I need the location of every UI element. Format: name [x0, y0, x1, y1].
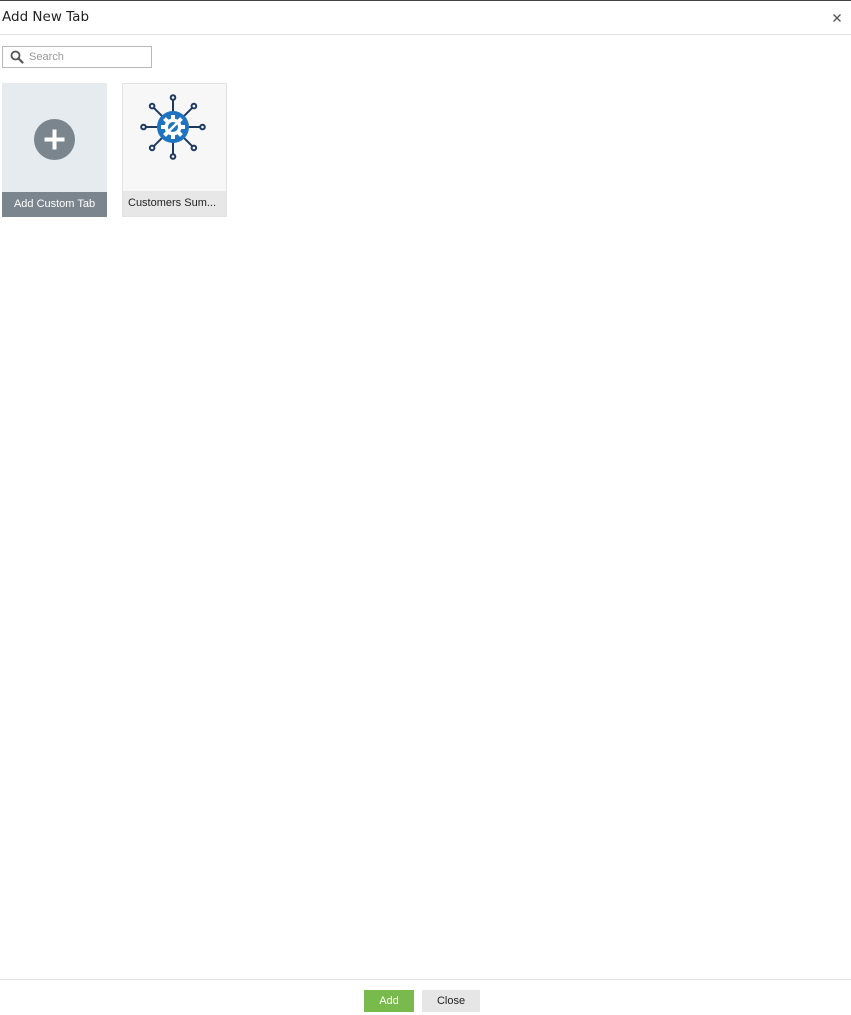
add-new-tab-dialog: Add New Tab Add Custom Tab: [0, 0, 851, 1014]
add-button[interactable]: Add: [364, 990, 414, 1012]
customers-summary-tile[interactable]: Customers Sum...: [122, 83, 227, 217]
dialog-title: Add New Tab: [2, 9, 90, 25]
gear-network-icon: [140, 94, 206, 160]
search-box: [2, 46, 152, 68]
add-custom-tab-tile[interactable]: Add Custom Tab: [2, 83, 107, 217]
tile-label: Customers Sum...: [123, 191, 226, 216]
search-icon: [10, 50, 24, 64]
dialog-footer: Add Close: [0, 979, 851, 1015]
tile-image: [2, 83, 107, 191]
plus-circle-icon: [34, 119, 75, 160]
dialog-header: Add New Tab: [0, 1, 851, 35]
close-button[interactable]: Close: [422, 990, 480, 1012]
close-icon[interactable]: [831, 12, 843, 24]
search-input[interactable]: [29, 49, 147, 65]
tile-label: Add Custom Tab: [2, 192, 107, 217]
tile-image: [123, 84, 226, 192]
